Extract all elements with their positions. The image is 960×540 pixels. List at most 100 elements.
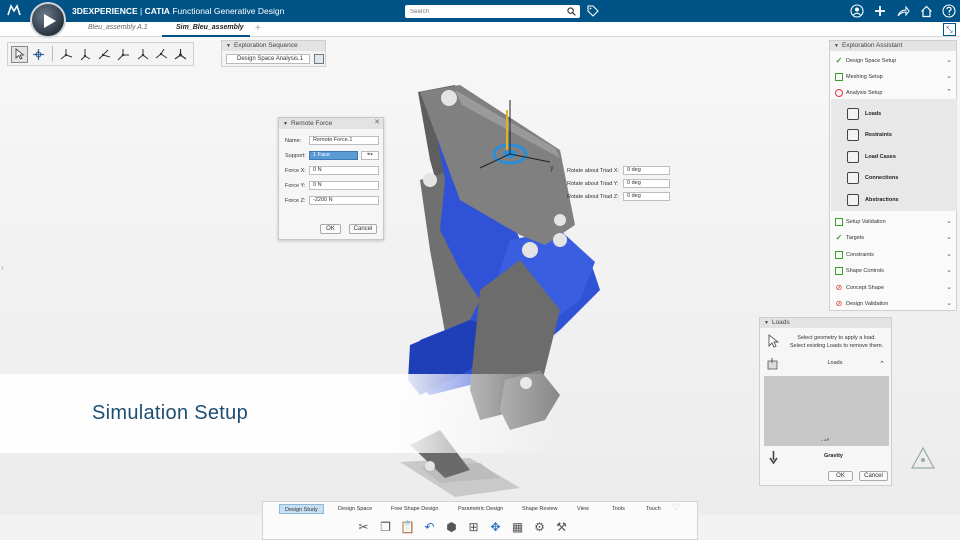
paste-icon[interactable]: 📋	[399, 518, 416, 535]
search-box[interactable]	[405, 5, 580, 18]
triad-tool-icon[interactable]	[77, 46, 94, 63]
name-field[interactable]: Remote Force.1	[309, 136, 379, 145]
triad-tool-icon[interactable]	[172, 46, 189, 63]
favorite-icon[interactable]: ♡	[672, 502, 680, 513]
chevron-down-icon[interactable]: ⌄	[946, 70, 952, 84]
triad-tool-icon[interactable]	[153, 46, 170, 63]
share-icon[interactable]	[896, 4, 910, 18]
home-icon[interactable]	[919, 4, 933, 18]
submenu-load-cases[interactable]: Load Cases	[845, 148, 896, 166]
close-icon[interactable]: ✕	[374, 118, 380, 126]
assistant-item-design-space-setup[interactable]: ✓ Design Space Setup ⌄	[830, 54, 956, 68]
user-profile-icon[interactable]	[850, 4, 864, 18]
tab-free-shape-design[interactable]: Free Shape Design	[386, 504, 443, 514]
collapse-icon[interactable]: ▼	[764, 318, 769, 328]
force-z-field[interactable]: -2200 N	[309, 196, 379, 205]
fit-all-icon[interactable]: ⤡	[943, 23, 956, 36]
search-icon[interactable]	[567, 7, 576, 16]
tag-icon[interactable]	[587, 5, 599, 17]
undo-icon[interactable]: ↶	[421, 518, 438, 535]
exploration-assistant-header[interactable]: ▼ Exploration Assistant	[830, 41, 956, 51]
chevron-down-icon[interactable]: ⌄	[946, 297, 952, 311]
move-tool-icon[interactable]	[30, 46, 47, 63]
exploration-sequence-title: Exploration Sequence	[233, 42, 298, 49]
collapse-icon[interactable]: ▼	[834, 41, 839, 51]
select-support-icon[interactable]: ⌖▾	[361, 151, 379, 160]
sequence-settings-icon[interactable]	[314, 54, 324, 64]
submenu-restraints[interactable]: Restraints	[845, 126, 892, 144]
chevron-up-icon[interactable]: ⌃	[946, 86, 952, 100]
insert-icon[interactable]: ⬢	[443, 518, 460, 535]
chevron-down-icon[interactable]: ⌄	[946, 281, 952, 295]
table-icon[interactable]: ▦	[509, 518, 526, 535]
ok-button[interactable]: OK	[320, 224, 341, 234]
triad-tool-icon[interactable]	[134, 46, 151, 63]
ok-button[interactable]: OK	[828, 471, 853, 481]
loads-list[interactable]: ⌄▴▾	[764, 376, 889, 446]
select-tool-icon[interactable]	[11, 45, 28, 63]
chevron-down-icon[interactable]: ⌄	[946, 264, 952, 278]
triad-tool-icon[interactable]	[115, 46, 132, 63]
tab-tools[interactable]: Tools	[607, 504, 630, 514]
remote-force-header[interactable]: ▼ Remote Force	[279, 118, 383, 129]
assistant-item-design-validation[interactable]: ⊘ Design Validation ⌄	[830, 297, 956, 311]
triad-tool-icon[interactable]	[58, 46, 75, 63]
force-y-field[interactable]: 0 N	[309, 181, 379, 190]
assistant-item-constraints[interactable]: Constraints ⌄	[830, 248, 956, 262]
tab-view[interactable]: View	[572, 504, 594, 514]
view-triad-icon[interactable]	[906, 444, 940, 472]
tab-bleu-assembly[interactable]: Bleu_assembly A.1	[88, 24, 148, 31]
add-icon[interactable]	[873, 4, 887, 18]
submenu-connections[interactable]: Connections	[845, 169, 898, 187]
triad-tool-icon[interactable]	[96, 46, 113, 63]
loads-header[interactable]: ▼ Loads	[760, 318, 891, 328]
tab-design-study[interactable]: Design Study	[279, 504, 324, 514]
submenu-abstractions[interactable]: Abstractions	[845, 191, 899, 209]
design-space-icon[interactable]: ⚙	[531, 518, 548, 535]
tab-design-space[interactable]: Design Space	[333, 504, 377, 514]
assistant-item-setup-validation[interactable]: Setup Validation ⌄	[830, 215, 956, 229]
assistant-item-shape-controls[interactable]: Shape Controls ⌄	[830, 264, 956, 278]
mesh-icon[interactable]: ⚒	[553, 518, 570, 535]
gravity-label[interactable]: Gravity	[824, 453, 843, 459]
chevron-down-icon[interactable]: ⌄	[946, 248, 952, 262]
exploration-sequence-header[interactable]: ▼ Exploration Sequence	[222, 41, 325, 51]
cut-icon[interactable]: ✂	[355, 518, 372, 535]
tab-sim-bleu-assembly[interactable]: Sim_Bleu_assembly	[176, 24, 244, 31]
tab-shape-review[interactable]: Shape Review	[517, 504, 562, 514]
rotate-x-field[interactable]: 0 deg	[623, 166, 670, 175]
assistant-item-meshing-setup[interactable]: Meshing Setup ⌄	[830, 70, 956, 84]
blocked-icon: ⊘	[835, 283, 843, 292]
collapse-icon[interactable]: ▼	[283, 119, 288, 130]
restraints-icon	[847, 129, 859, 141]
exploration-sequence-select[interactable]: Design Space Analysis.1	[226, 54, 310, 64]
search-input[interactable]	[405, 5, 555, 18]
add-part-icon[interactable]: ⊞	[465, 518, 482, 535]
rotate-y-field[interactable]: 0 deg	[623, 179, 670, 188]
support-field[interactable]: 1 Face	[309, 151, 358, 160]
resize-handle-icon[interactable]: ⌄▴▾	[820, 437, 829, 443]
move-icon[interactable]: ✥	[487, 518, 504, 535]
chevron-down-icon[interactable]: ⌄	[946, 54, 952, 68]
tab-touch[interactable]: Touch	[641, 504, 666, 514]
expand-left-icon[interactable]: ›	[1, 263, 4, 272]
compass-icon[interactable]	[30, 2, 66, 38]
tab-parametric-design[interactable]: Parametric Design	[453, 504, 508, 514]
assistant-item-analysis-setup[interactable]: Analysis Setup ⌃	[830, 86, 956, 100]
add-tab-button[interactable]: +	[255, 23, 261, 34]
copy-icon[interactable]: ❐	[377, 518, 394, 535]
chevron-down-icon[interactable]: ⌄	[946, 215, 952, 229]
assistant-item-concept-shape[interactable]: ⊘ Concept Shape ⌄	[830, 281, 956, 295]
cancel-button[interactable]: Cancel	[349, 224, 377, 234]
top-bar: 3DEXPERIENCE | CATIA Functional Generati…	[0, 0, 960, 22]
submenu-loads[interactable]: Loads	[845, 105, 881, 123]
chevron-up-icon[interactable]: ⌃	[879, 360, 885, 368]
rotate-z-field[interactable]: 0 deg	[623, 192, 670, 201]
force-x-field[interactable]: 0 N	[309, 166, 379, 175]
help-icon[interactable]	[942, 4, 956, 18]
chevron-down-icon[interactable]: ⌄	[946, 231, 952, 245]
exploration-assistant-title: Exploration Assistant	[841, 42, 903, 49]
cancel-button[interactable]: Cancel	[859, 471, 888, 481]
assistant-item-targets[interactable]: ✓ Targets ⌄	[830, 231, 956, 245]
collapse-icon[interactable]: ▼	[226, 41, 231, 51]
